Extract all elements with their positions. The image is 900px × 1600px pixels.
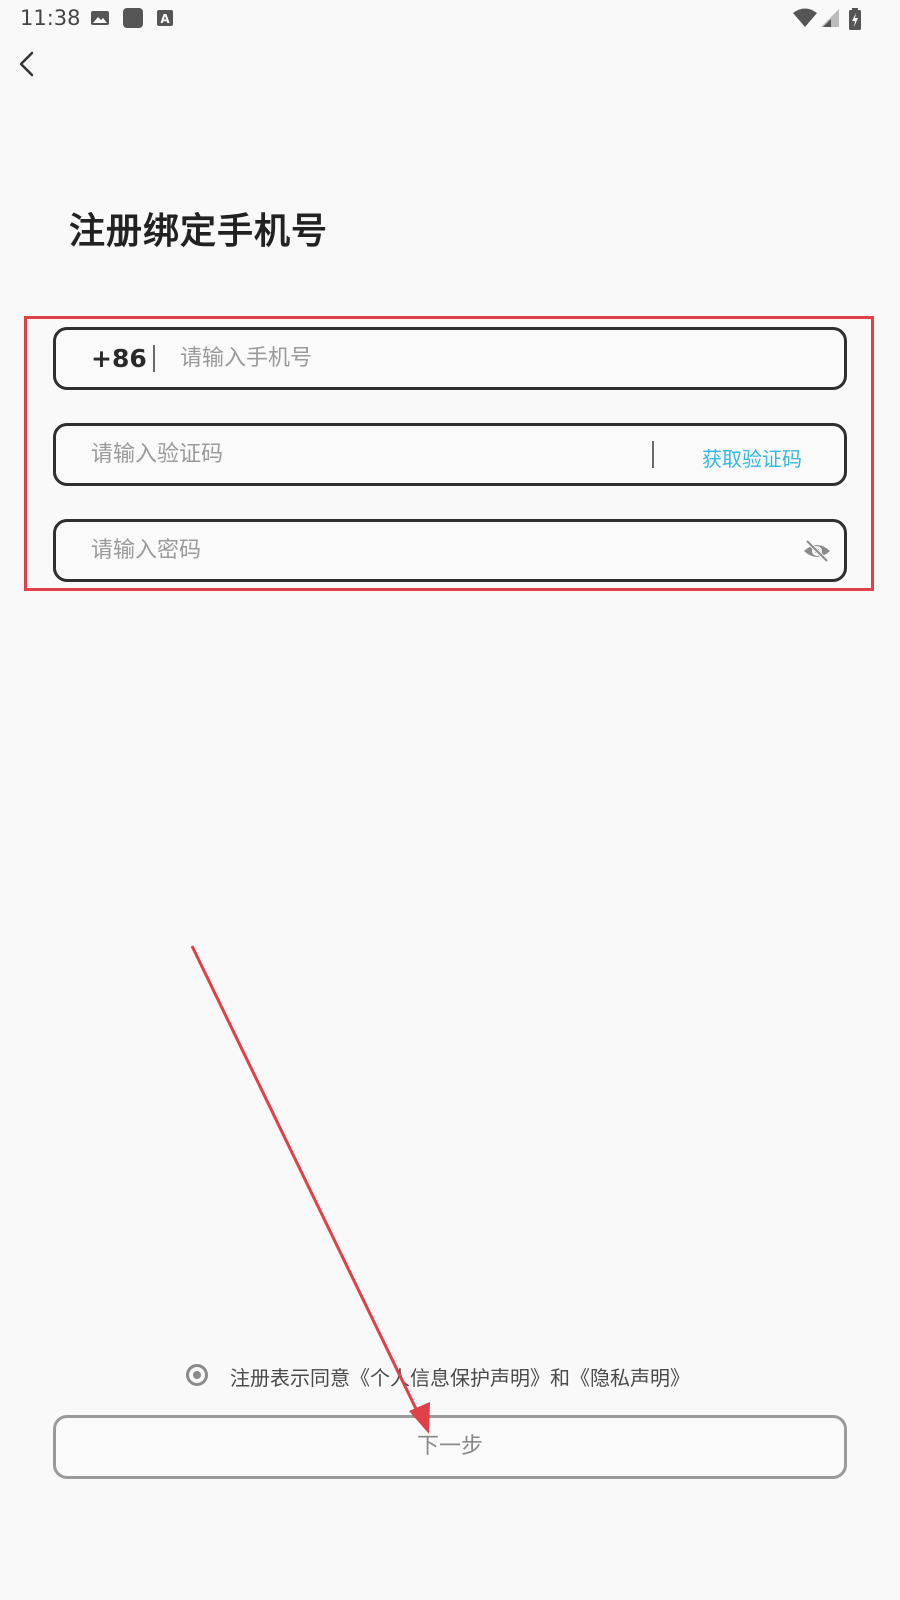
agreement-text[interactable]: 注册表示同意《个人信息保护声明》和《隐私声明》 <box>230 1362 690 1391</box>
back-button[interactable] <box>10 46 46 82</box>
app-square-icon <box>123 8 143 28</box>
status-time: 11:38 <box>20 6 81 30</box>
eye-off-icon[interactable] <box>802 538 832 564</box>
field-divider <box>652 441 654 468</box>
text-a-icon: A <box>157 10 173 26</box>
register-screen: 11:38 A 注册绑定手机号 +86 请输入手机号 请输入验证码 获取验证码 … <box>0 0 900 1600</box>
password-field[interactable] <box>53 519 847 582</box>
page-title: 注册绑定手机号 <box>69 211 329 252</box>
wifi-icon <box>793 8 817 27</box>
verification-code-input[interactable] <box>91 432 641 477</box>
status-bar: 11:38 A <box>0 0 900 36</box>
get-code-button[interactable]: 获取验证码 <box>702 443 802 472</box>
password-input[interactable] <box>91 528 771 573</box>
battery-icon <box>849 8 861 30</box>
agreement-radio[interactable] <box>186 1364 208 1386</box>
verification-code-field[interactable]: 获取验证码 <box>53 423 847 486</box>
phone-input[interactable] <box>180 336 800 381</box>
image-icon <box>91 11 109 25</box>
country-code[interactable]: +86 <box>91 344 147 373</box>
field-divider <box>153 345 155 372</box>
svg-text:A: A <box>160 12 170 26</box>
chevron-left-icon <box>19 51 34 77</box>
next-button[interactable]: 下一步 <box>53 1415 847 1479</box>
signal-icon <box>821 9 839 27</box>
phone-field[interactable]: +86 <box>53 327 847 390</box>
